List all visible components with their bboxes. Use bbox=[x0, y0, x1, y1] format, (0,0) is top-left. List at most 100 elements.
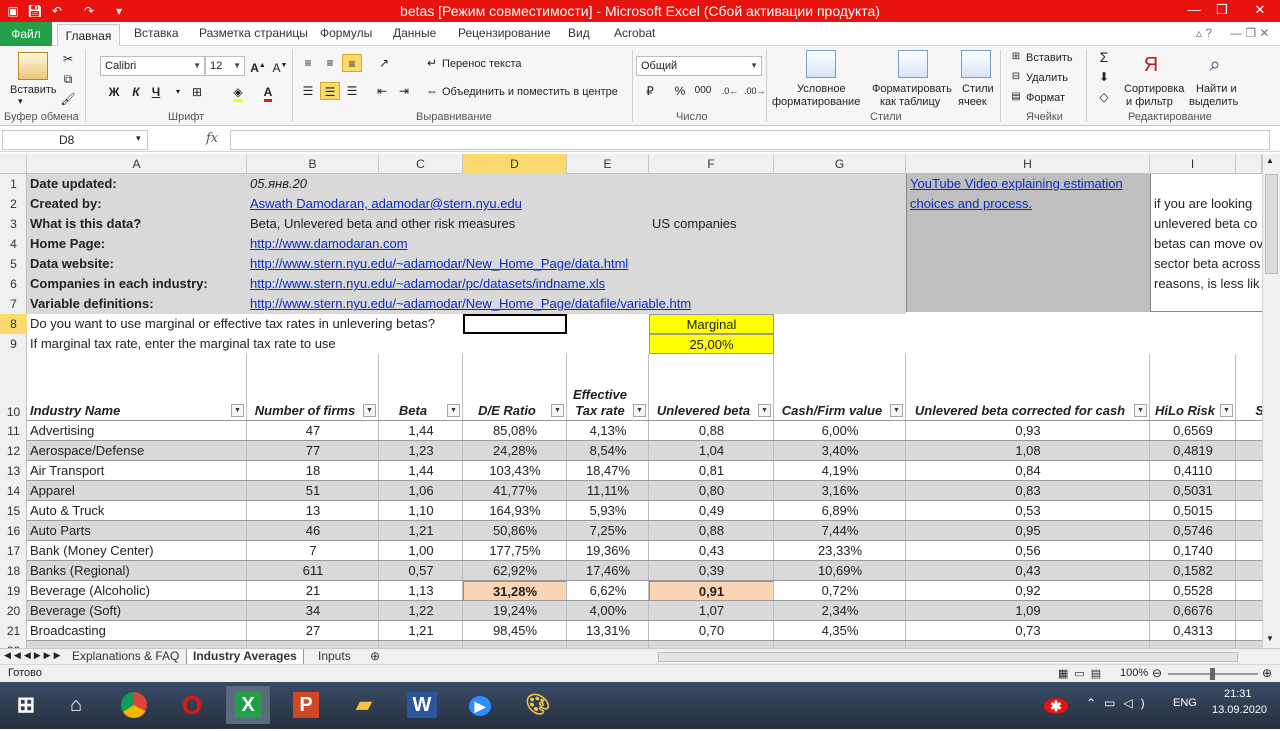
sort-filter-label-2[interactable]: и фильтр bbox=[1126, 96, 1173, 108]
zoom-level[interactable]: 100% bbox=[1120, 667, 1148, 679]
paste-dropdown-icon[interactable]: ▾ bbox=[18, 96, 23, 107]
companies-value[interactable]: http://www.stern.nyu.edu/~adamodar/pc/da… bbox=[247, 274, 906, 294]
increase-decimal-icon[interactable]: .0← bbox=[720, 82, 740, 100]
table-cell-de[interactable]: 177,75% bbox=[463, 541, 567, 561]
table-cell-ubeta_cash[interactable]: 0,92 bbox=[906, 581, 1150, 601]
sheet-nav-icons[interactable]: ◀◀◀▶▶▶ bbox=[4, 650, 64, 661]
table-cell-ubeta[interactable]: 0,49 bbox=[649, 501, 774, 521]
row-header-12[interactable]: 12 bbox=[0, 441, 27, 461]
decrease-indent-icon[interactable]: ⇤ bbox=[372, 82, 392, 100]
table-cell-beta[interactable]: 1,10 bbox=[379, 501, 463, 521]
table-cell-cash[interactable]: 3,40% bbox=[774, 441, 906, 461]
table-cell-tax[interactable]: 7,25% bbox=[567, 521, 649, 541]
tab-data[interactable]: Данные bbox=[393, 26, 436, 40]
created-value[interactable]: Aswath Damodaran, adamodar@stern.nyu.edu bbox=[247, 194, 906, 214]
row-header-14[interactable]: 14 bbox=[0, 481, 27, 501]
table-cell-beta[interactable]: 1,00 bbox=[379, 541, 463, 561]
table-cell-firms[interactable]: 13 bbox=[247, 501, 379, 521]
table-cell-tax[interactable]: 18,47% bbox=[567, 461, 649, 481]
grow-font-icon[interactable]: A▲ bbox=[248, 57, 268, 75]
filter-dropdown-icon[interactable]: ▼ bbox=[231, 404, 244, 417]
decrease-decimal-icon[interactable]: .00→ bbox=[744, 82, 766, 100]
row-header-1[interactable]: 1 bbox=[0, 174, 27, 194]
filter-dropdown-icon[interactable]: ▼ bbox=[758, 404, 771, 417]
word-icon[interactable]: W bbox=[400, 686, 444, 724]
increase-indent-icon[interactable]: ⇥ bbox=[394, 82, 414, 100]
filter-dropdown-icon[interactable]: ▼ bbox=[890, 404, 903, 417]
workbook-controls[interactable]: — ❐ ✕ bbox=[1230, 26, 1269, 40]
tab-review[interactable]: Рецензирование bbox=[458, 26, 551, 40]
table-cell-ubeta[interactable]: 0,81 bbox=[649, 461, 774, 481]
fill-icon[interactable]: ⬇ bbox=[1094, 68, 1114, 86]
conditional-format-label-2[interactable]: форматирование bbox=[772, 96, 860, 108]
table-cell-cash[interactable]: 6,89% bbox=[774, 501, 906, 521]
opera-icon[interactable]: O bbox=[170, 686, 214, 724]
zoom-in-icon[interactable]: ⊕ bbox=[1262, 666, 1272, 680]
zoom-out-icon[interactable]: ⊖ bbox=[1152, 666, 1162, 680]
table-cell-hilo[interactable]: 0,5746 bbox=[1150, 521, 1236, 541]
table-cell-cash[interactable]: 23,33% bbox=[774, 541, 906, 561]
table-cell-beta[interactable]: 1,13 bbox=[379, 581, 463, 601]
row-header-13[interactable]: 13 bbox=[0, 461, 27, 481]
clear-icon[interactable]: ◇ bbox=[1094, 88, 1114, 106]
table-cell-firms[interactable]: 47 bbox=[247, 421, 379, 441]
tab-insert[interactable]: Вставка bbox=[134, 26, 179, 40]
antivirus-tray-icon[interactable]: ✱ bbox=[1034, 686, 1078, 724]
tab-formulas[interactable]: Формулы bbox=[320, 26, 372, 40]
table-cell-name[interactable]: Apparel bbox=[27, 481, 247, 501]
tab-page-layout[interactable]: Разметка страницы bbox=[199, 26, 308, 40]
table-cell-tax[interactable]: 11,11% bbox=[567, 481, 649, 501]
filter-dropdown-icon[interactable]: ▼ bbox=[633, 404, 646, 417]
table-cell-de[interactable]: 164,93% bbox=[463, 501, 567, 521]
table-cell-ubeta_cash[interactable]: 0,83 bbox=[906, 481, 1150, 501]
sort-filter-icon[interactable]: Я bbox=[1138, 52, 1164, 78]
table-cell-cash[interactable]: 7,44% bbox=[774, 521, 906, 541]
row-header-18[interactable]: 18 bbox=[0, 561, 27, 581]
table-cell-name[interactable]: Bank (Money Center) bbox=[27, 541, 247, 561]
language-indicator[interactable]: ENG bbox=[1173, 697, 1197, 709]
table-cell-tax[interactable]: 17,46% bbox=[567, 561, 649, 581]
font-size-combo[interactable]: 12 ▼ bbox=[205, 56, 245, 76]
filter-dropdown-icon[interactable]: ▼ bbox=[363, 404, 376, 417]
table-cell-tax[interactable]: 19,36% bbox=[567, 541, 649, 561]
table-cell-hilo[interactable]: 0,5015 bbox=[1150, 501, 1236, 521]
table-cell-firms[interactable]: 51 bbox=[247, 481, 379, 501]
windows-start-icon[interactable]: ⊞ bbox=[4, 686, 48, 724]
table-cell-firms[interactable]: 7 bbox=[247, 541, 379, 561]
table-cell-firms[interactable]: 611 bbox=[247, 561, 379, 581]
filter-dropdown-icon[interactable]: ▼ bbox=[447, 404, 460, 417]
scroll-down-icon[interactable]: ▼ bbox=[1266, 634, 1274, 643]
table-cell-de[interactable]: 62,92% bbox=[463, 561, 567, 581]
table-cell-firms[interactable]: 18 bbox=[247, 461, 379, 481]
youtube-video-link[interactable]: YouTube Video explaining estimation bbox=[907, 174, 1151, 194]
column-header-f[interactable]: F bbox=[649, 154, 774, 174]
table-cell-tax[interactable]: 4,13% bbox=[567, 421, 649, 441]
column-header-i[interactable]: I bbox=[1150, 154, 1236, 174]
powerpoint-icon[interactable]: P bbox=[284, 686, 328, 724]
table-cell-tax[interactable]: 8,54% bbox=[567, 441, 649, 461]
delete-cells-icon[interactable]: ⊟ bbox=[1006, 68, 1026, 86]
fill-color-icon[interactable]: ◈ bbox=[228, 83, 248, 102]
format-painter-icon[interactable]: 🖌︎ bbox=[58, 90, 78, 108]
table-cell-hilo[interactable]: 0,4819 bbox=[1150, 441, 1236, 461]
orientation-icon[interactable]: ↗ bbox=[374, 54, 394, 72]
marginal-tax-cell[interactable]: 25,00% bbox=[649, 334, 774, 354]
align-center-icon[interactable]: ☰ bbox=[320, 82, 340, 100]
row-header-2[interactable]: 2 bbox=[0, 194, 27, 214]
table-cell-ubeta[interactable]: 1,07 bbox=[649, 601, 774, 621]
row-header-19[interactable]: 19 bbox=[0, 581, 27, 601]
row-header-7[interactable]: 7 bbox=[0, 294, 27, 314]
scroll-up-icon[interactable]: ▲ bbox=[1266, 156, 1274, 165]
insert-cells-button[interactable]: Вставить bbox=[1026, 52, 1073, 64]
table-cell-de[interactable]: 41,77% bbox=[463, 481, 567, 501]
table-cell-name[interactable]: Beverage (Soft) bbox=[27, 601, 247, 621]
table-cell-de[interactable]: 98,45% bbox=[463, 621, 567, 641]
copy-icon[interactable]: ⧉ bbox=[58, 70, 78, 88]
underline-button[interactable]: Ч bbox=[146, 83, 166, 101]
table-cell-beta[interactable]: 0,57 bbox=[379, 561, 463, 581]
shrink-font-icon[interactable]: A▼ bbox=[270, 57, 290, 75]
table-cell-cash[interactable]: 3,16% bbox=[774, 481, 906, 501]
paint-icon[interactable]: 🎨︎ bbox=[516, 686, 560, 724]
italic-button[interactable]: К bbox=[126, 83, 146, 101]
delete-cells-button[interactable]: Удалить bbox=[1026, 72, 1068, 84]
